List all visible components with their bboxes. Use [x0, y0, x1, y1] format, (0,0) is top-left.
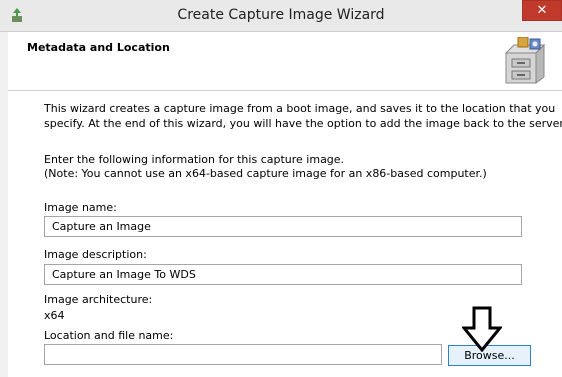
window-title: Create Capture Image Wizard: [177, 7, 385, 23]
instruction-text-line-2: (Note: You cannot use an x64-based captu…: [44, 167, 487, 180]
image-name-label: Image name:: [44, 201, 117, 214]
architecture-label: Image architecture:: [44, 293, 153, 306]
location-label: Location and file name:: [44, 329, 174, 342]
file-cabinet-icon: [504, 37, 546, 84]
image-description-label: Image description:: [44, 248, 147, 261]
wizard-header: Metadata and Location: [8, 32, 562, 91]
title-bar: Create Capture Image Wizard ✕: [0, 0, 562, 32]
page-title: Metadata and Location: [27, 41, 170, 54]
intro-text-line-2: specify. At the end of this wizard, you …: [44, 117, 562, 130]
image-name-input[interactable]: Capture an Image: [44, 216, 522, 237]
instruction-text-line-1: Enter the following information for this…: [44, 153, 345, 166]
close-button[interactable]: ✕: [522, 0, 562, 21]
location-input[interactable]: [44, 344, 442, 365]
image-description-input[interactable]: Capture an Image To WDS: [44, 264, 522, 285]
intro-text-line-1: This wizard creates a capture image from…: [44, 102, 556, 115]
architecture-value: x64: [44, 309, 65, 322]
down-arrow-annotation-icon: [462, 306, 502, 352]
